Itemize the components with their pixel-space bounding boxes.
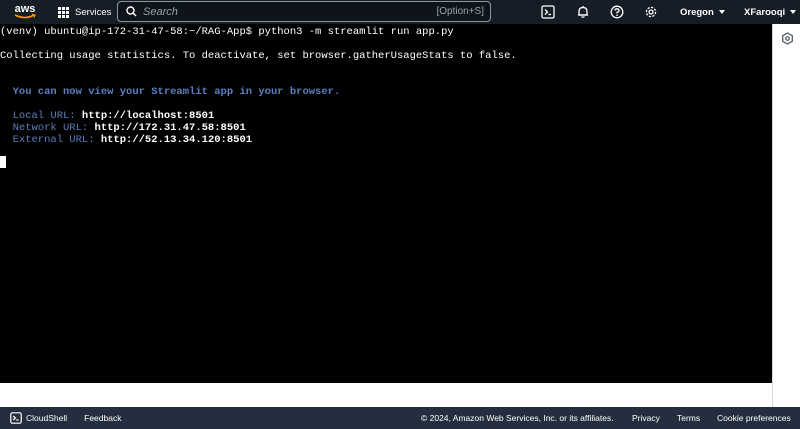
bell-icon[interactable] [575,4,591,20]
sidebar-settings-icon[interactable] [781,32,794,50]
chevron-down-icon [718,10,725,14]
terminal-network-url-line: Network URL: http://172.31.47.58:8501 [0,122,246,134]
network-url-label: Network URL: [0,122,95,134]
user-label: XFarooqi [744,6,786,18]
cloudshell-footer-icon [10,412,22,424]
terminal-local-url-line: Local URL: http://localhost:8501 [0,110,215,122]
cloudshell-label: CloudShell [26,413,68,423]
aws-logo[interactable]: aws [6,0,44,24]
local-url-value[interactable]: http://localhost:8501 [82,110,214,122]
services-label: Services [75,6,112,18]
services-menu-button[interactable]: Services [58,0,111,24]
gear-icon[interactable] [643,4,659,20]
network-url-value[interactable]: http://172.31.47.58:8501 [95,122,246,134]
chevron-down-icon [790,10,797,14]
cookie-preferences-link[interactable]: Cookie preferences [717,407,791,429]
external-url-value[interactable]: http://52.13.34.120:8501 [101,134,252,146]
cloudshell-icon[interactable] [540,4,556,20]
terminal-window[interactable]: (venv) ubuntu@ip-172-31-47-58:~/RAG-App$… [0,24,772,383]
terminal-stats-line: Collecting usage statistics. To deactiva… [0,50,517,62]
local-url-label: Local URL: [0,110,82,122]
services-grid-icon [58,6,69,18]
terms-link[interactable]: Terms [677,407,700,429]
copyright-text: © 2024, Amazon Web Services, Inc. or its… [421,413,614,423]
region-selector[interactable]: Oregon [680,0,725,24]
search-input[interactable] [143,5,437,18]
privacy-link[interactable]: Privacy [632,407,660,429]
terminal-view-message: You can now view your Streamlit app in y… [0,86,341,98]
account-menu[interactable]: XFarooqi [744,0,797,24]
terminal-prompt-line: (venv) ubuntu@ip-172-31-47-58:~/RAG-App$… [0,26,454,38]
right-sidebar [772,24,800,407]
aws-smile-icon [14,14,36,19]
terminal-cursor [0,156,6,168]
footer-bar: CloudShell Feedback © 2024, Amazon Web S… [0,407,800,429]
search-icon [126,6,137,17]
region-label: Oregon [680,6,714,18]
external-url-label: External URL: [0,134,101,146]
search-shortcut-hint: [Option+S] [436,6,484,17]
search-bar[interactable]: [Option+S] [117,1,491,22]
terminal-external-url-line: External URL: http://52.13.34.120:8501 [0,134,252,146]
cloudshell-button[interactable]: CloudShell [10,412,67,424]
top-navigation-bar: aws Services [Option+S] [0,0,800,24]
feedback-link[interactable]: Feedback [84,413,121,423]
help-icon[interactable] [609,4,625,20]
terminal-bottom-area [0,383,772,407]
